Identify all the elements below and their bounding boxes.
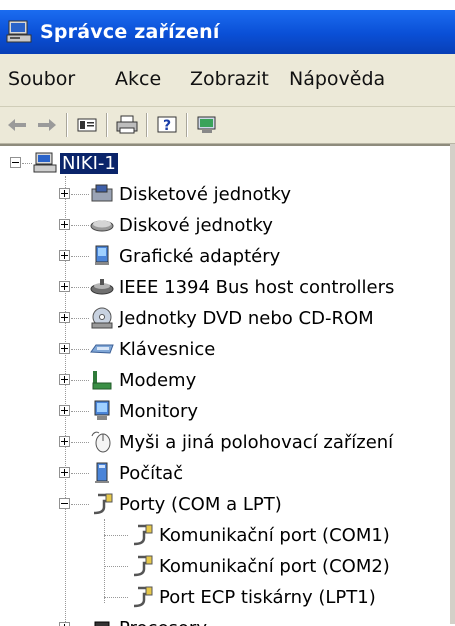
tree-item[interactable]: Modemy [0,365,198,395]
menu-akce[interactable]: Akce [115,68,161,90]
display-adapter-icon [90,244,114,268]
tree-item-expanded[interactable]: Porty (COM a LPT) [0,489,284,519]
cd-drive-icon [90,306,114,330]
port-icon [130,554,154,578]
firewire-controller-icon [90,275,114,299]
expand-toggle[interactable] [59,188,70,199]
tree-child-label[interactable]: Komunikační port (COM1) [157,525,392,546]
tree-item-label[interactable]: Disketové jednotky [117,184,293,205]
properties-icon[interactable] [74,112,100,138]
tree-item-label[interactable]: IEEE 1394 Bus host controllers [117,277,396,298]
toolbar: ? [0,107,455,144]
modem-icon [90,368,114,392]
window-title: Správce zařízení [40,21,220,43]
port-icon [130,523,154,547]
tree-item-label[interactable]: Klávesnice [117,339,217,360]
mouse-icon [90,430,114,454]
expand-toggle[interactable] [59,281,70,292]
printer-icon[interactable] [114,112,140,138]
title-bar: Správce zařízení [0,10,455,54]
forward-arrow-icon[interactable] [34,112,60,138]
tree-item-label[interactable]: Myši a jiná polohovací zařízení [117,432,395,453]
expand-toggle[interactable] [59,467,70,478]
computer-icon [90,461,114,485]
tree-item[interactable]: Klávesnice [0,334,217,364]
port-icon [130,585,154,609]
tree-item-label[interactable]: Počítač [117,463,185,484]
tree-item-label[interactable]: Monitory [117,401,200,422]
collapse-toggle[interactable] [59,498,70,509]
menu-zobrazit[interactable]: Zobrazit [190,68,269,90]
keyboard-icon [90,337,114,361]
monitor-icon [90,399,114,423]
tree-item-label[interactable]: Procesory [117,618,209,626]
expand-toggle[interactable] [59,622,70,626]
tree-item-label[interactable]: Jednotky DVD nebo CD-ROM [117,308,376,329]
expand-toggle[interactable] [59,436,70,447]
tree-item-label[interactable]: Grafické adaptéry [117,246,282,267]
menu-bar: Soubor Akce Zobrazit Nápověda [0,54,455,107]
collapse-toggle[interactable] [10,157,21,168]
port-icon [90,492,114,516]
tree-root-row[interactable]: NIKI-1 [0,148,118,178]
tree-child-label[interactable]: Port ECP tiskárny (LPT1) [157,587,378,608]
tree-item-label[interactable]: Modemy [117,370,198,391]
back-arrow-icon[interactable] [4,112,30,138]
menu-soubor[interactable]: Soubor [8,68,75,90]
tree-item[interactable]: Diskové jednotky [0,210,275,240]
tree-item[interactable]: IEEE 1394 Bus host controllers [0,272,396,302]
menu-napoveda[interactable]: Nápověda [289,68,385,90]
tree-child-item[interactable]: Komunikační port (COM2) [0,551,392,581]
tree-item[interactable]: Grafické adaptéry [0,241,282,271]
tree-item[interactable]: Monitory [0,396,200,426]
processor-icon [90,616,114,626]
device-manager-icon [6,16,38,48]
svg-text:?: ? [163,118,171,134]
tree-item[interactable]: Počítač [0,458,185,488]
tree-item[interactable]: Jednotky DVD nebo CD-ROM [0,303,376,333]
expand-toggle[interactable] [59,405,70,416]
tree-child-item[interactable]: Port ECP tiskárny (LPT1) [0,582,378,612]
tree-child-item[interactable]: Komunikační port (COM1) [0,520,392,550]
tree-root-label[interactable]: NIKI-1 [60,153,118,174]
window-right-edge [450,144,455,624]
expand-toggle[interactable] [59,219,70,230]
tree-child-label[interactable]: Komunikační port (COM2) [157,556,392,577]
computer-icon [33,151,57,175]
tree-item[interactable]: Procesory [0,613,209,626]
hard-disk-icon [90,213,114,237]
expand-toggle[interactable] [59,343,70,354]
tree-item-label[interactable]: Diskové jednotky [117,215,275,236]
expand-toggle[interactable] [59,250,70,261]
floppy-drive-icon [90,182,114,206]
tree-item-label[interactable]: Porty (COM a LPT) [117,494,284,515]
expand-toggle[interactable] [59,374,70,385]
device-tree[interactable]: NIKI-1 Disketové jednotky Diskové jednot… [0,144,450,626]
expand-toggle[interactable] [59,312,70,323]
tree-item[interactable]: Disketové jednotky [0,179,293,209]
scan-hardware-icon[interactable] [194,112,220,138]
help-icon[interactable]: ? [154,112,180,138]
tree-item[interactable]: Myši a jiná polohovací zařízení [0,427,395,457]
